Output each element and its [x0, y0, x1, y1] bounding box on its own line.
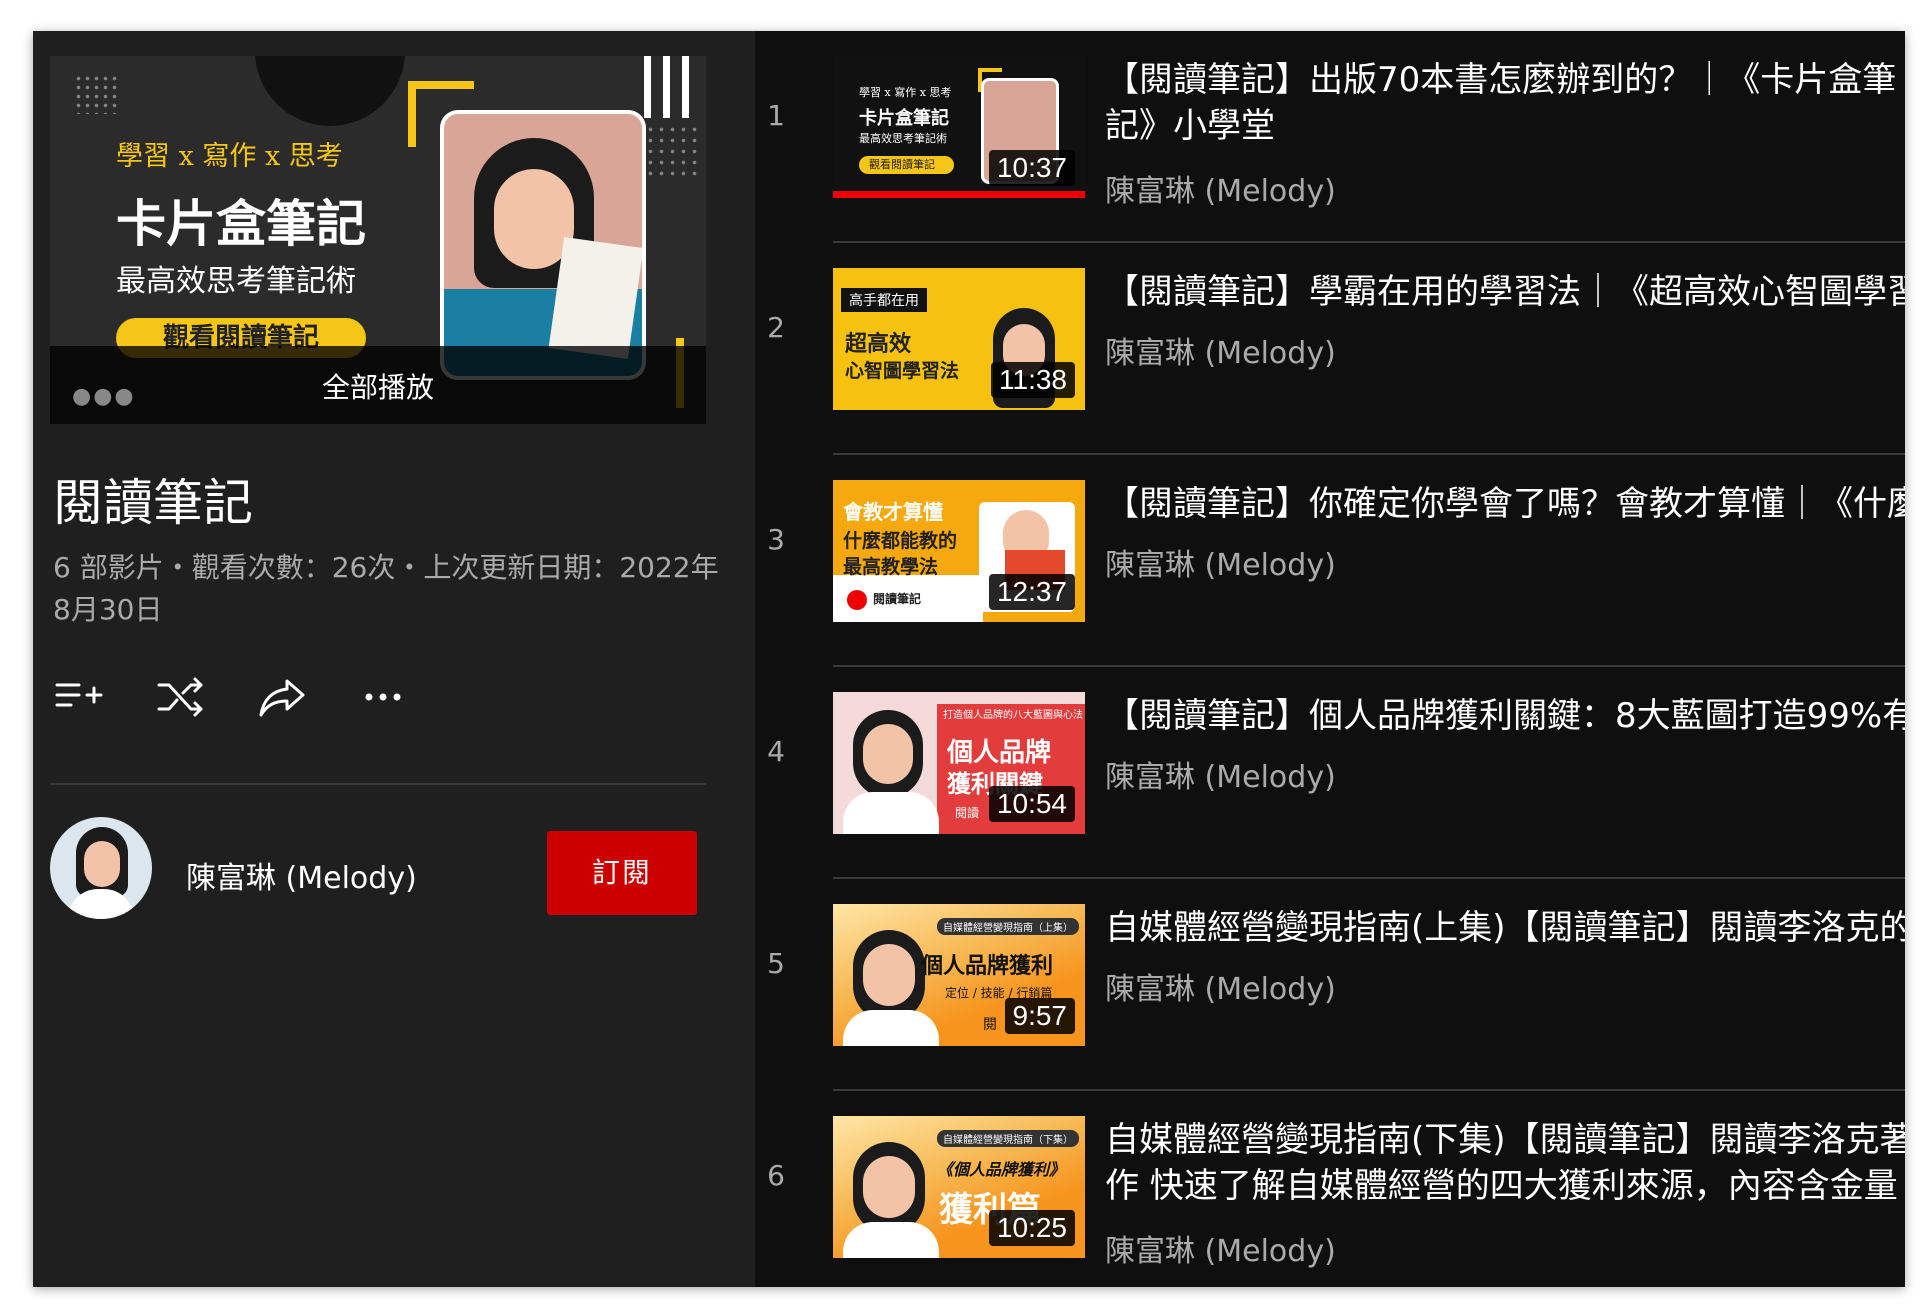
more-icon[interactable]	[357, 671, 417, 731]
video-thumbnail[interactable]: 高手都在用 超高效 心智圖學習法 11:38	[833, 268, 1085, 410]
video-thumbnail[interactable]: 自媒體經營變現指南（下集） 《個人品牌獲利》 獲利篇 10:25	[833, 1116, 1085, 1258]
video-title[interactable]: 【閱讀筆記】你確定你學會了嗎？會教才算懂｜《什麼都能教的最高教學法》	[1105, 481, 1905, 527]
video-index: 6	[767, 1159, 785, 1192]
share-icon[interactable]	[257, 671, 317, 731]
subscribe-button[interactable]: 訂閱	[547, 831, 697, 915]
thumb-text: 什麼都能教的	[843, 530, 958, 552]
decorative-bars	[644, 56, 694, 118]
thumb-text: 高手都在用	[841, 288, 927, 312]
divider	[50, 783, 706, 785]
channel-name[interactable]: 陳富琳 (Melody)	[186, 853, 417, 897]
shuffle-icon[interactable]	[155, 671, 215, 731]
cover-line3: 最高效思考筆記術	[116, 264, 356, 299]
thumb-text: 心智圖學習法	[845, 360, 960, 382]
thumb-text: 閱	[983, 1017, 997, 1033]
thumb-text: 卡片盒筆記	[859, 108, 949, 129]
avatar[interactable]	[50, 817, 152, 919]
thumb-text: 閱讀筆記	[873, 592, 922, 606]
list-item[interactable]: 2 高手都在用 超高效 心智圖學習法 11:38 【閱讀筆記】學霸在用的學習法｜…	[755, 243, 1905, 455]
decorative-dots	[74, 74, 118, 114]
video-duration: 10:25	[988, 1210, 1075, 1246]
thumb-text: 觀看閱讀筆記	[869, 158, 935, 171]
playlist-title: 閱讀筆記	[53, 474, 253, 532]
thumb-text: 閱讀	[955, 806, 980, 820]
cover-person-photo	[440, 110, 646, 380]
video-index: 5	[767, 947, 785, 980]
playlist-page: 學習 x 寫作 x 思考 卡片盒筆記 最高效思考筆記術 觀看閱讀筆記 ●●● 全…	[33, 31, 1905, 1287]
playlist-cover-thumbnail[interactable]: 學習 x 寫作 x 思考 卡片盒筆記 最高效思考筆記術 觀看閱讀筆記 ●●● 全…	[50, 56, 706, 424]
video-channel[interactable]: 陳富琳 (Melody)	[1105, 964, 1336, 1008]
video-title[interactable]: 【閱讀筆記】出版70本書怎麼辦到的？｜《卡片盒筆記》小學堂	[1105, 57, 1905, 149]
video-index: 1	[767, 99, 785, 132]
play-all-button[interactable]: ●●● 全部播放	[50, 346, 706, 424]
decorative-circle	[255, 56, 405, 126]
thumb-text: 《個人品牌獲利》	[937, 1160, 1066, 1179]
decorative-dots	[645, 124, 697, 176]
cover-line1: 學習 x 寫作 x 思考	[116, 141, 343, 172]
cover-line2: 卡片盒筆記	[116, 194, 366, 253]
thumb-text: 會教才算懂	[843, 500, 943, 524]
video-thumbnail[interactable]: 會教才算懂 什麼都能教的 最高教學法 閱讀筆記 12:37	[833, 480, 1085, 622]
thumb-text: 學習 x 寫作 x 思考	[859, 86, 952, 99]
thumb-text: 自媒體經營變現指南（下集）	[937, 1130, 1079, 1147]
video-title[interactable]: 自媒體經營變現指南(下集)【閱讀筆記】閱讀李洛克著作 快速了解自媒體經營的四大獲…	[1105, 1117, 1905, 1209]
video-title[interactable]: 【閱讀筆記】個人品牌獲利關鍵：8大藍圖打造99%有效	[1105, 693, 1905, 739]
video-duration: 10:54	[988, 786, 1075, 822]
list-item[interactable]: 1 學習 x 寫作 x 思考 卡片盒筆記 最高效思考筆記術 觀看閱讀筆記 10:…	[755, 31, 1905, 243]
thumb-text: 超高效	[845, 332, 912, 357]
video-title[interactable]: 【閱讀筆記】學霸在用的學習法｜《超高效心智圖學習法》	[1105, 269, 1905, 315]
watch-progress	[833, 191, 1085, 198]
video-index: 2	[767, 311, 785, 344]
video-thumbnail[interactable]: 學習 x 寫作 x 思考 卡片盒筆記 最高效思考筆記術 觀看閱讀筆記 10:37	[833, 56, 1085, 198]
video-channel[interactable]: 陳富琳 (Melody)	[1105, 1226, 1336, 1270]
video-title[interactable]: 自媒體經營變現指南(上集)【閱讀筆記】閱讀李洛克的	[1105, 905, 1905, 951]
thumb-text: 最高教學法	[843, 556, 939, 578]
add-to-queue-icon[interactable]	[53, 671, 113, 731]
video-channel[interactable]: 陳富琳 (Melody)	[1105, 166, 1336, 210]
video-channel[interactable]: 陳富琳 (Melody)	[1105, 328, 1336, 372]
list-item[interactable]: 3 會教才算懂 什麼都能教的 最高教學法 閱讀筆記 12:37 【閱讀筆記】你確…	[755, 455, 1905, 667]
thumb-text: 最高效思考筆記術	[859, 132, 947, 145]
play-all-label: 全部播放	[321, 371, 434, 404]
video-duration: 9:57	[1004, 998, 1075, 1034]
thumb-text: 自媒體經營變現指南（上集）	[937, 918, 1079, 935]
play-icon	[847, 590, 867, 610]
playlist-video-list: 1 學習 x 寫作 x 思考 卡片盒筆記 最高效思考筆記術 觀看閱讀筆記 10:…	[755, 31, 1905, 1287]
thumb-text: 打造個人品牌的八大藍圖與心法	[943, 710, 1083, 721]
video-channel[interactable]: 陳富琳 (Melody)	[1105, 540, 1336, 584]
playlist-header-panel: 學習 x 寫作 x 思考 卡片盒筆記 最高效思考筆記術 觀看閱讀筆記 ●●● 全…	[33, 31, 755, 1287]
video-duration: 10:37	[988, 150, 1075, 186]
list-item[interactable]: 5 自媒體經營變現指南（上集） 個人品牌獲利 定位 / 技能 / 行銷篇 閱 9…	[755, 879, 1905, 1091]
video-channel[interactable]: 陳富琳 (Melody)	[1105, 752, 1336, 796]
list-item[interactable]: 4 打造個人品牌的八大藍圖與心法 個人品牌 獲利關鍵 閱讀 10:54 【閱讀筆…	[755, 667, 1905, 879]
playlist-meta: 6 部影片・觀看次數：26次・上次更新日期：2022年8月30日	[53, 551, 719, 626]
video-duration: 12:37	[988, 574, 1075, 610]
list-item[interactable]: 6 自媒體經營變現指南（下集） 《個人品牌獲利》 獲利篇 10:25 自媒體經營…	[755, 1091, 1905, 1287]
video-index: 3	[767, 523, 785, 556]
video-duration: 11:38	[991, 362, 1075, 398]
video-thumbnail[interactable]: 打造個人品牌的八大藍圖與心法 個人品牌 獲利關鍵 閱讀 10:54	[833, 692, 1085, 834]
video-index: 4	[767, 735, 785, 768]
thumb-text: 個人品牌獲利	[921, 954, 1054, 979]
video-thumbnail[interactable]: 自媒體經營變現指南（上集） 個人品牌獲利 定位 / 技能 / 行銷篇 閱 9:5…	[833, 904, 1085, 1046]
